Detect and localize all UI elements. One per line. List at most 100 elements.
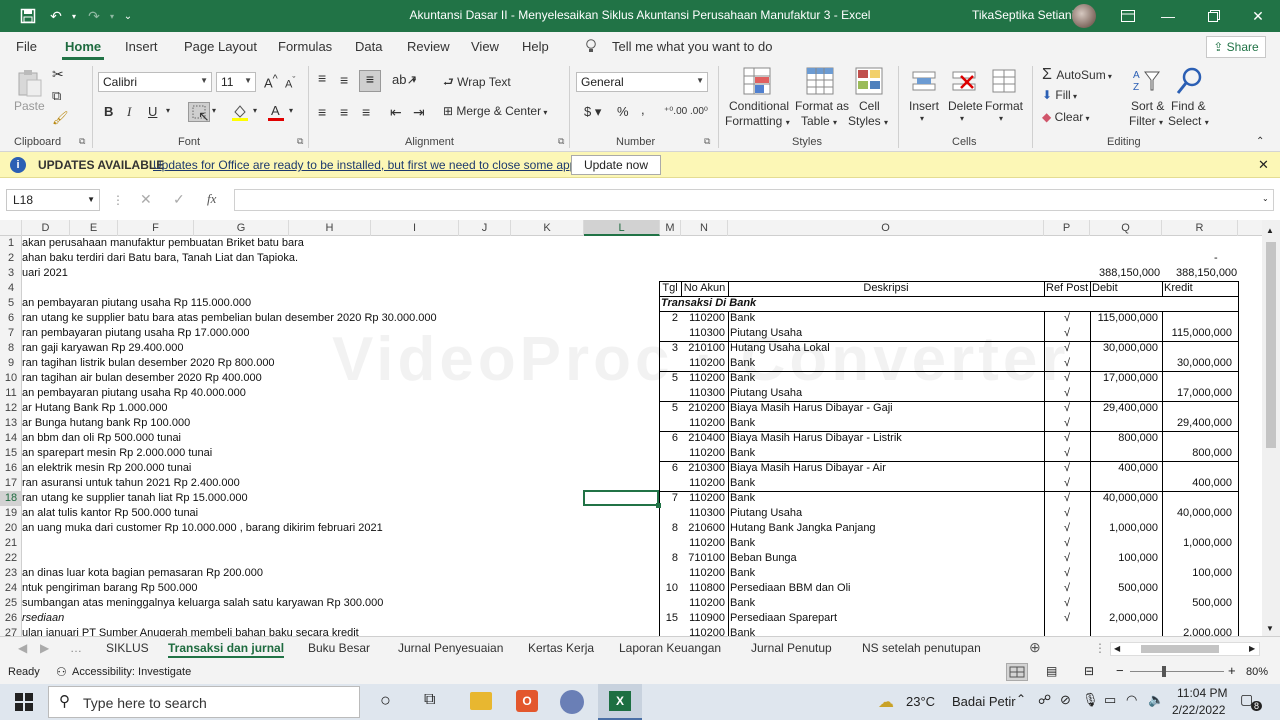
col-header-k[interactable]: K bbox=[511, 220, 584, 236]
journal-ref-post[interactable]: √ bbox=[1044, 581, 1090, 596]
journal-ref-post[interactable]: √ bbox=[1044, 371, 1090, 386]
journal-account-no[interactable]: 110200 bbox=[681, 356, 725, 371]
journal-account-no[interactable]: 110200 bbox=[681, 536, 725, 551]
note-row-1[interactable]: akan perusahaan manufaktur pembuatan Bri… bbox=[22, 236, 304, 251]
journal-description[interactable]: Hutang Bank Jangka Panjang bbox=[730, 521, 876, 536]
wrap-text-button[interactable]: ⮐ Wrap Text bbox=[443, 73, 511, 94]
journal-description[interactable]: Bank bbox=[730, 536, 755, 551]
journal-date[interactable]: 6 bbox=[659, 461, 678, 476]
task-view-icon[interactable]: ⧉ bbox=[424, 691, 435, 709]
journal-ref-post[interactable]: √ bbox=[1044, 311, 1090, 326]
journal-kredit[interactable]: 17,000,000 bbox=[1162, 386, 1232, 401]
zoom-slider[interactable] bbox=[1130, 671, 1224, 672]
journal-description[interactable]: Biaya Masih Harus Dibayar - Air bbox=[730, 461, 886, 476]
journal-account-no[interactable]: 210600 bbox=[681, 521, 725, 536]
journal-ref-post[interactable]: √ bbox=[1044, 611, 1090, 626]
journal-description[interactable]: Piutang Usaha bbox=[730, 506, 802, 521]
sheet-tab-buku-besar[interactable]: Buku Besar bbox=[308, 641, 370, 655]
journal-header-cell[interactable]: Kredit bbox=[1164, 281, 1236, 296]
note-row-16[interactable]: an elektrik mesin Rp 200.000 tunai bbox=[22, 461, 191, 476]
row-header-17[interactable]: 17 bbox=[0, 476, 22, 491]
find-select-button[interactable]: Find & bbox=[1171, 99, 1206, 113]
journal-header-cell[interactable]: Ref Post bbox=[1046, 281, 1088, 296]
scroll-thumb[interactable] bbox=[1266, 242, 1276, 448]
tab-help[interactable]: Help bbox=[522, 39, 549, 54]
ribbon-display-icon[interactable] bbox=[1118, 6, 1138, 26]
insert-cells-label[interactable]: Insert bbox=[909, 99, 939, 113]
decrease-font-icon[interactable]: Aˇ bbox=[285, 75, 295, 91]
percent-style-icon[interactable]: % bbox=[617, 104, 629, 119]
cs-label-2-wrap[interactable]: Styles ▾ bbox=[848, 114, 888, 128]
row-header-9[interactable]: 9 bbox=[0, 356, 22, 371]
zoom-slider-thumb[interactable] bbox=[1162, 666, 1166, 677]
journal-account-no[interactable]: 110300 bbox=[681, 326, 725, 341]
journal-kredit[interactable]: 2,000,000 bbox=[1162, 626, 1232, 636]
journal-kredit[interactable]: 400,000 bbox=[1162, 476, 1232, 491]
add-sheet-icon[interactable]: ⊕ bbox=[1029, 639, 1041, 656]
delete-cells-icon[interactable] bbox=[949, 66, 979, 96]
note-row-11[interactable]: an pembayaran piutang usaha Rp 40.000.00… bbox=[22, 386, 246, 401]
undo-dropdown-icon[interactable]: ▾ bbox=[64, 6, 84, 26]
chevron-up-icon[interactable]: ⌃ bbox=[1016, 692, 1026, 706]
journal-kredit[interactable]: 500,000 bbox=[1162, 596, 1232, 611]
page-break-view-icon[interactable]: ⊟ bbox=[1084, 664, 1094, 678]
underline-dropdown-icon[interactable]: ▾ bbox=[166, 106, 170, 115]
col-header-f[interactable]: F bbox=[118, 220, 194, 236]
row-header-8[interactable]: 8 bbox=[0, 341, 22, 356]
row-header-13[interactable]: 13 bbox=[0, 416, 22, 431]
weather-desc[interactable]: Badai Petir bbox=[952, 694, 1016, 709]
journal-kredit[interactable]: 115,000,000 bbox=[1162, 326, 1232, 341]
journal-ref-post[interactable]: √ bbox=[1044, 596, 1090, 611]
zoom-in-icon[interactable]: + bbox=[1228, 663, 1236, 678]
tab-home[interactable]: Home bbox=[65, 39, 101, 54]
journal-kredit[interactable]: 40,000,000 bbox=[1162, 506, 1232, 521]
journal-description[interactable]: Bank bbox=[730, 596, 755, 611]
alignment-launcher-icon[interactable]: ⧉ bbox=[558, 136, 564, 147]
copy-icon[interactable]: ⧉ bbox=[52, 88, 61, 104]
journal-section-title[interactable]: Transaksi Di Bank bbox=[661, 296, 756, 311]
journal-description[interactable]: Bank bbox=[730, 356, 755, 371]
note-row-26[interactable]: rsediaan bbox=[22, 611, 64, 626]
cut-icon[interactable]: ✂ bbox=[52, 66, 64, 83]
vertical-scrollbar[interactable]: ▲ ▼ bbox=[1262, 220, 1280, 636]
close-icon[interactable]: ✕ bbox=[1248, 6, 1268, 26]
row-header-7[interactable]: 7 bbox=[0, 326, 22, 341]
total-kredit[interactable]: 388,150,000 bbox=[1176, 266, 1237, 281]
font-launcher-icon[interactable]: ⧉ bbox=[297, 136, 303, 147]
journal-date[interactable]: 8 bbox=[659, 521, 678, 536]
scroll-left-icon[interactable]: ◀ bbox=[1114, 644, 1120, 653]
align-right-icon[interactable]: ≡ bbox=[362, 104, 370, 120]
align-center-icon[interactable]: ≡ bbox=[340, 104, 348, 120]
note-row-14[interactable]: an bbm dan oli Rp 500.000 tunai bbox=[22, 431, 181, 446]
journal-ref-post[interactable]: √ bbox=[1044, 326, 1090, 341]
comma-style-icon[interactable]: , bbox=[641, 102, 645, 117]
sheet-tab-siklus[interactable]: SIKLUS bbox=[106, 641, 149, 655]
bold-button[interactable]: B bbox=[104, 104, 113, 119]
journal-date[interactable]: 15 bbox=[659, 611, 678, 626]
journal-account-no[interactable]: 110200 bbox=[681, 476, 725, 491]
merge-center-button[interactable]: ⊞ Merge & Center ▾ bbox=[443, 104, 547, 118]
journal-ref-post[interactable]: √ bbox=[1044, 461, 1090, 476]
journal-debit[interactable]: 40,000,000 bbox=[1090, 491, 1158, 506]
journal-date[interactable]: 7 bbox=[659, 491, 678, 506]
journal-description[interactable]: Hutang Usaha Lokal bbox=[730, 341, 830, 356]
paste-icon[interactable] bbox=[14, 68, 44, 98]
note-row-10[interactable]: ran tagihan air bulan desember 2020 Rp 4… bbox=[22, 371, 262, 386]
selected-cell[interactable] bbox=[583, 490, 659, 506]
clock-time[interactable]: 11:04 PM bbox=[1177, 686, 1227, 700]
fill-button[interactable]: ⬇ Fill ▾ bbox=[1042, 88, 1077, 102]
journal-description[interactable]: Persediaan Sparepart bbox=[730, 611, 837, 626]
sheet-tab-ns-setelah-penutupan[interactable]: NS setelah penutupan bbox=[862, 641, 981, 655]
find-label-2-wrap[interactable]: Select ▾ bbox=[1168, 114, 1209, 128]
font-name-select[interactable]: Calibri ▼ bbox=[98, 72, 212, 92]
undo-icon[interactable]: ↶ bbox=[46, 6, 66, 26]
tab-insert[interactable]: Insert bbox=[125, 39, 158, 54]
journal-description[interactable]: Bank bbox=[730, 476, 755, 491]
journal-description[interactable]: Piutang Usaha bbox=[730, 386, 802, 401]
number-launcher-icon[interactable]: ⧉ bbox=[704, 136, 710, 147]
align-left-icon[interactable]: ≡ bbox=[318, 104, 326, 120]
cortana-icon[interactable]: ○ bbox=[380, 690, 391, 711]
note-row-24[interactable]: ntuk pengiriman barang Rp 500.000 bbox=[22, 581, 198, 596]
row-header-2[interactable]: 2 bbox=[0, 251, 22, 266]
row-header-19[interactable]: 19 bbox=[0, 506, 22, 521]
